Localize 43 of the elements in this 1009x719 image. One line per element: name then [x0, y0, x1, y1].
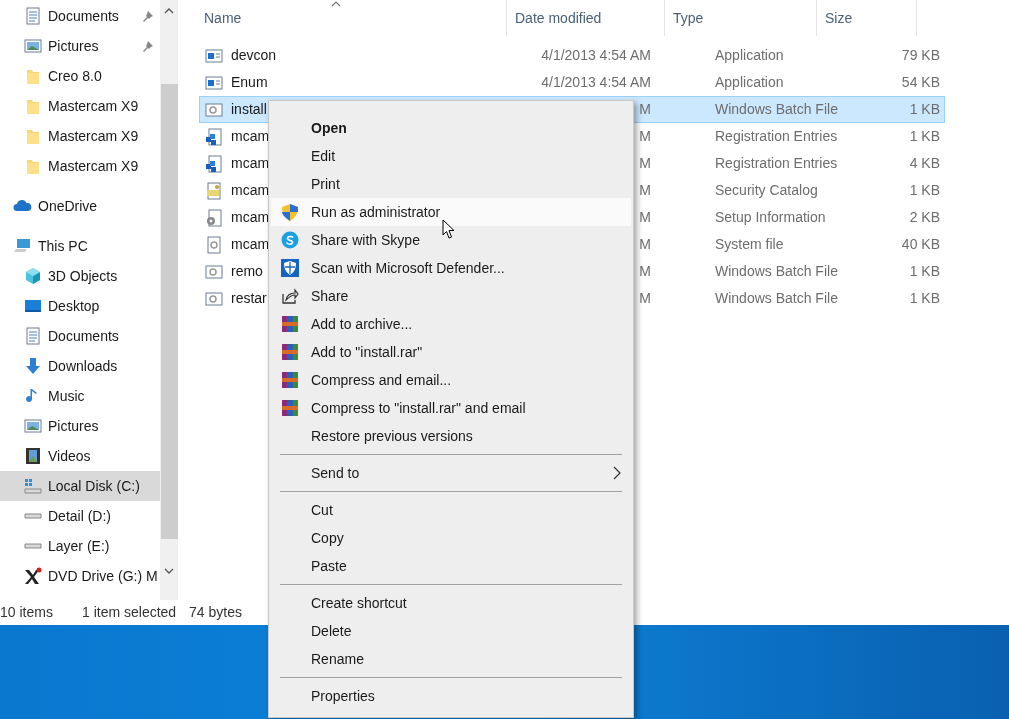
type-cell: Windows Batch File: [715, 290, 838, 306]
size-cell-text: 1 KB: [909, 127, 940, 146]
date-cell-text: M: [639, 127, 651, 146]
type-cell: Security Catalog: [715, 182, 818, 198]
type-cell: System file: [715, 236, 784, 252]
type-cell: Windows Batch File: [715, 263, 838, 279]
status-text: 74 bytes: [189, 603, 242, 622]
status-text: 10 items: [0, 603, 54, 622]
size-cell-text: 54 KB: [901, 73, 940, 92]
size-cell-text: 40 KB: [901, 235, 940, 254]
type-cell: Setup Information: [715, 209, 826, 225]
size-cell-text: 4 KB: [909, 154, 940, 173]
file-name: mcam: [231, 235, 270, 254]
file-name: devcon: [231, 46, 277, 65]
date-cell-text: M: [639, 154, 651, 173]
date-cell-text: M: [639, 100, 651, 119]
status-text: 1 item selected: [82, 603, 178, 622]
type-cell: Registration Entries: [715, 155, 838, 171]
file-name: restar: [231, 289, 267, 308]
size-cell-text: 2 KB: [909, 208, 940, 227]
file-name: install: [231, 100, 267, 119]
date-cell-text: M: [639, 208, 651, 227]
file-name: mcam: [231, 127, 270, 146]
size-cell-text: 1 KB: [909, 289, 940, 308]
file-name: mcam: [231, 181, 270, 200]
type-cell: Application: [715, 47, 784, 63]
type-cell: Windows Batch File: [715, 101, 838, 117]
size-cell-text: 1 KB: [909, 100, 940, 119]
type-cell: Registration Entries: [715, 128, 838, 144]
file-name: Enum: [231, 73, 268, 92]
date-cell-text: M: [639, 235, 651, 254]
date-cell-text: M: [639, 289, 651, 308]
date-cell-text: 4/1/2013 4:54 AM: [541, 73, 651, 92]
size-cell-text: 79 KB: [901, 46, 940, 65]
file-name: mcam: [231, 154, 270, 173]
date-cell-text: M: [639, 262, 651, 281]
type-cell: Application: [715, 74, 784, 90]
date-cell-text: M: [639, 181, 651, 200]
date-cell-text: 4/1/2013 4:54 AM: [541, 46, 651, 65]
size-cell-text: 1 KB: [909, 262, 940, 281]
size-cell-text: 1 KB: [909, 181, 940, 200]
file-name: remo: [231, 262, 263, 281]
file-name: mcam: [231, 208, 270, 227]
